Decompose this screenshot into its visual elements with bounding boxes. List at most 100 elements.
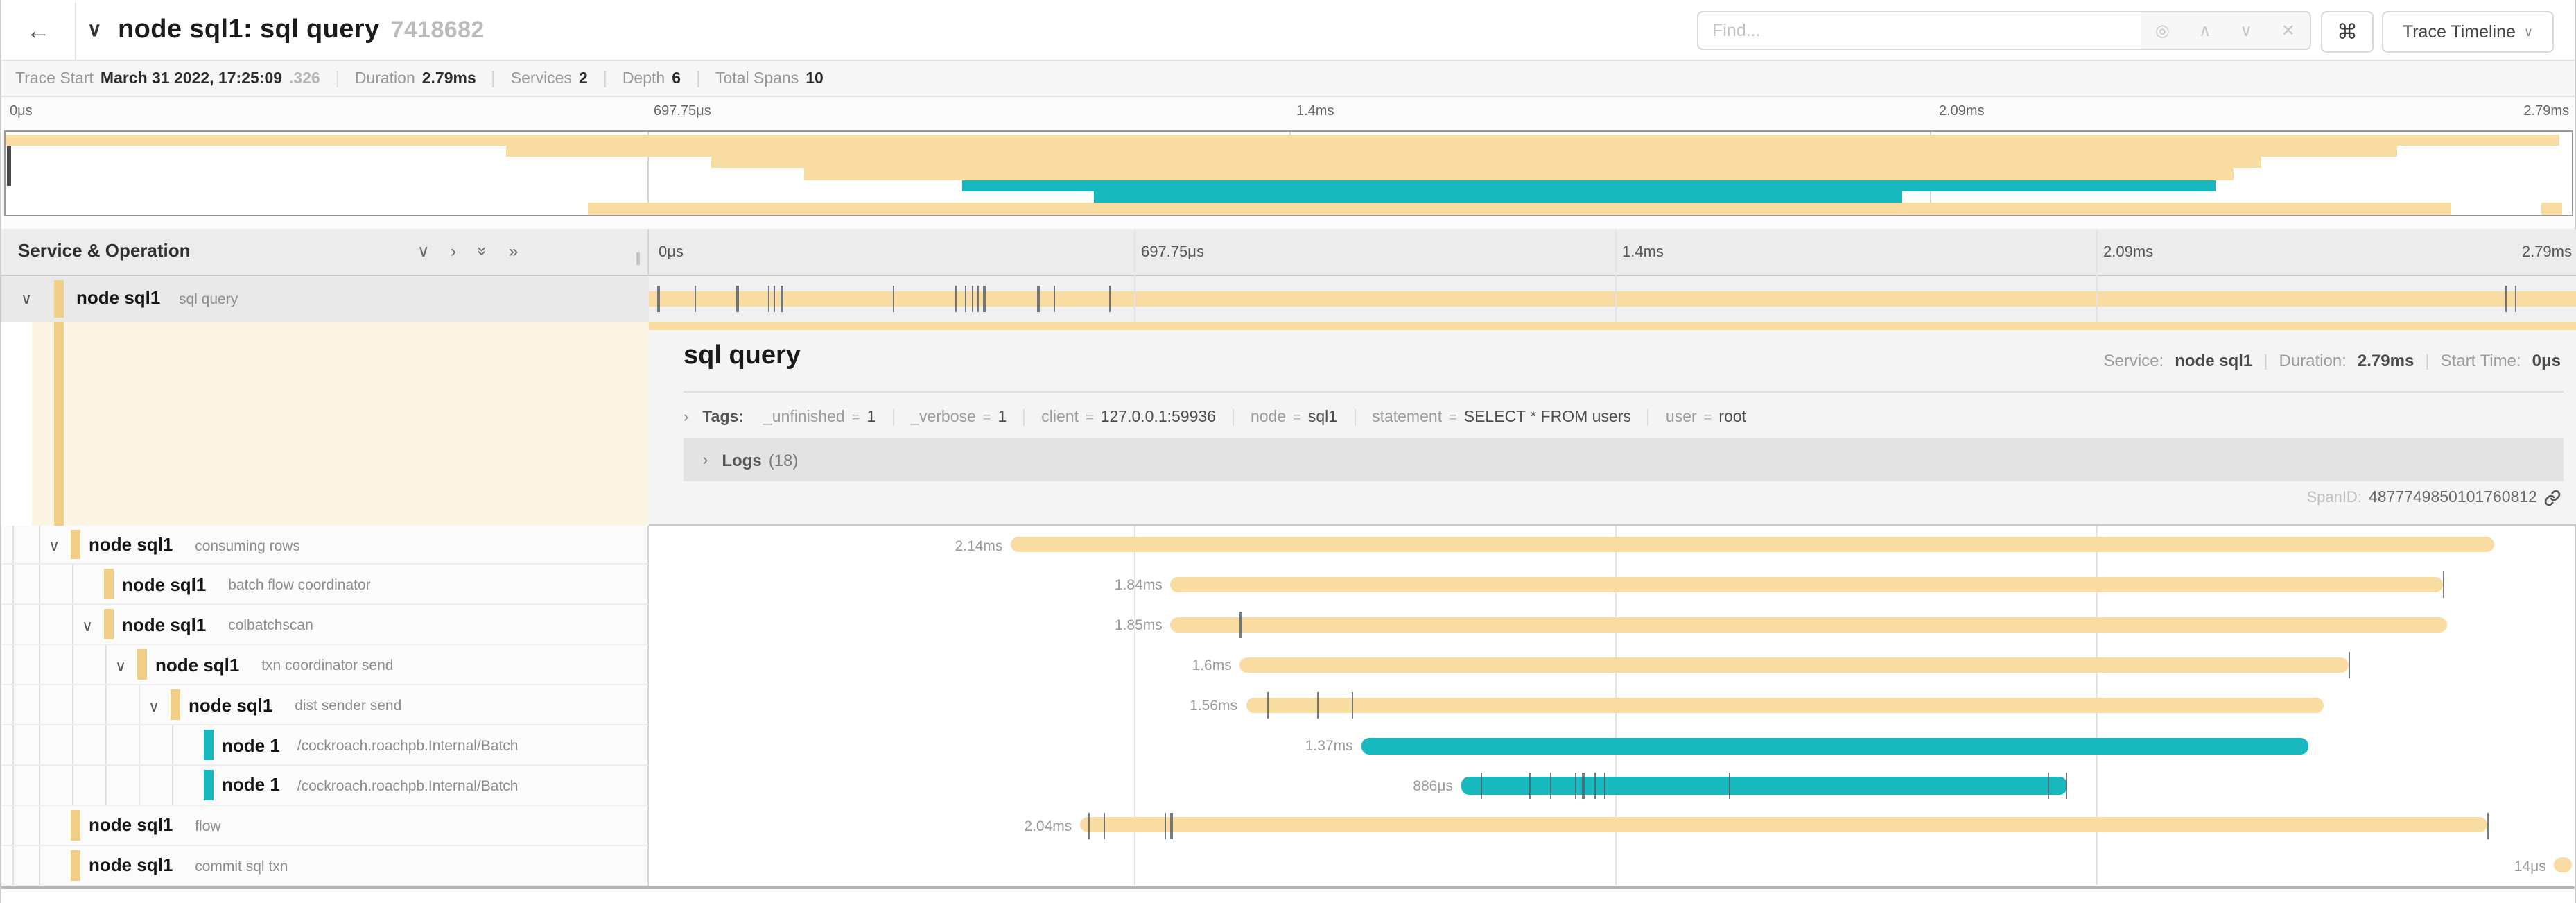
chevron-down-icon[interactable]: ∨ bbox=[82, 617, 93, 635]
back-button[interactable]: ← bbox=[1, 3, 76, 61]
span-bar[interactable] bbox=[649, 291, 2576, 307]
tag-value: 1 bbox=[867, 409, 876, 426]
tag-item: _unfinished=1 bbox=[763, 409, 892, 426]
span-log-tick bbox=[774, 286, 775, 312]
span-bar[interactable] bbox=[1080, 818, 2487, 833]
service-name: node sql1 bbox=[89, 534, 173, 555]
tree-guide-line bbox=[172, 725, 173, 764]
chevron-down-icon[interactable]: ∨ bbox=[49, 537, 60, 555]
keyboard-shortcuts-button[interactable]: ⌘ bbox=[2321, 11, 2374, 53]
span-bar[interactable] bbox=[1240, 657, 2349, 672]
operation-name: consuming rows bbox=[195, 538, 300, 554]
span-color-accent bbox=[54, 322, 64, 525]
span-detail-meta: Service:node sql1 | Duration:2.79ms | St… bbox=[2104, 351, 2561, 370]
span-bar[interactable] bbox=[1461, 777, 2067, 795]
locate-icon[interactable]: ◎ bbox=[2155, 21, 2170, 40]
collapse-one-icon[interactable]: ∨ bbox=[417, 241, 430, 261]
trace-summary-bar: Trace StartMarch 31 2022, 17:25:09.326Du… bbox=[1, 61, 2575, 97]
trace-id: 7418682 bbox=[391, 17, 485, 43]
link-icon[interactable] bbox=[2544, 490, 2561, 506]
operation-name: /cockroach.roachpb.Internal/Batch bbox=[297, 778, 519, 795]
bottom-border bbox=[1, 886, 2575, 889]
span-bar[interactable] bbox=[1011, 537, 2494, 552]
tree-row-batch-flow-coordinator[interactable]: node sql1batch flow coordinator bbox=[1, 565, 649, 605]
summary-value: 10 bbox=[806, 70, 824, 87]
tree-row-txn-coordinator-send[interactable]: ∨node sql1txn coordinator send bbox=[1, 645, 649, 685]
span-id-value: 4877749850101760812 bbox=[2369, 490, 2537, 506]
column-resize-grip[interactable]: ∥ bbox=[635, 251, 640, 266]
span-bar[interactable] bbox=[1171, 577, 2443, 592]
trace-view-dropdown[interactable]: Trace Timeline ∨ bbox=[2382, 11, 2554, 53]
span-log-tick bbox=[1240, 612, 1242, 639]
detail-left-column bbox=[32, 322, 649, 525]
logs-accordion[interactable]: › Logs (18) bbox=[684, 438, 2564, 481]
divider bbox=[684, 391, 2564, 393]
span-bar[interactable] bbox=[2555, 857, 2572, 872]
span-detail-panel: sql query Service:node sql1 | Duration:2… bbox=[649, 322, 2576, 525]
tag-value: 127.0.0.1:59936 bbox=[1101, 409, 1216, 426]
prev-result-icon[interactable]: ∧ bbox=[2199, 21, 2211, 40]
span-log-tick bbox=[2487, 813, 2489, 839]
span-log-tick bbox=[1038, 286, 1039, 312]
clear-find-icon[interactable]: ✕ bbox=[2281, 21, 2295, 40]
tags-label: Tags: bbox=[702, 409, 744, 426]
back-arrow-icon[interactable]: ← bbox=[26, 18, 50, 46]
equals-sign: = bbox=[1449, 410, 1457, 425]
equals-sign: = bbox=[1086, 410, 1094, 425]
chevron-down-icon[interactable]: ∨ bbox=[115, 657, 126, 675]
service-name: node 1 bbox=[222, 775, 280, 796]
summary-item: Trace StartMarch 31 2022, 17:25:09.326 bbox=[15, 70, 337, 87]
tree-guide-line bbox=[105, 725, 107, 764]
tree-guide-line bbox=[139, 725, 140, 764]
collapse-all-icon[interactable]: » bbox=[473, 246, 493, 255]
tree-row-flow[interactable]: node sql1flow bbox=[1, 806, 649, 846]
tree-row-colbatchscan[interactable]: ∨node sql1colbatchscan bbox=[1, 605, 649, 646]
tag-item: _verbose=1 bbox=[892, 409, 1023, 426]
span-log-tick bbox=[1550, 773, 1551, 799]
span-log-tick bbox=[978, 286, 980, 312]
span-log-tick bbox=[1529, 773, 1530, 799]
expand-one-icon[interactable]: › bbox=[451, 241, 456, 261]
view-label: Trace Timeline bbox=[2403, 22, 2516, 42]
next-result-icon[interactable]: ∨ bbox=[2240, 21, 2252, 40]
span-bar[interactable] bbox=[1171, 617, 2446, 633]
tag-key: _verbose bbox=[910, 409, 976, 426]
title-chevron-down-icon[interactable]: ∨ bbox=[87, 18, 102, 42]
span-detail-title: sql query bbox=[684, 341, 801, 372]
tree-guide-line bbox=[39, 725, 40, 764]
tree-guide-line bbox=[139, 766, 140, 805]
service-value: node sql1 bbox=[2175, 351, 2252, 370]
minimap-span-bar bbox=[963, 180, 2216, 191]
find-input[interactable] bbox=[1697, 11, 2142, 50]
span-bar-row-sql-query[interactable] bbox=[649, 276, 2576, 322]
span-log-tick bbox=[955, 286, 956, 312]
minimap-span-bar bbox=[2541, 203, 2562, 215]
expand-all-icon[interactable]: » bbox=[509, 241, 518, 261]
tree-row-consuming-rows[interactable]: ∨ node sql1 consuming rows bbox=[1, 525, 649, 565]
tags-accordion[interactable]: › Tags: _unfinished=1_verbose=1client=12… bbox=[684, 404, 1763, 431]
duration-label: Duration: bbox=[2279, 351, 2347, 370]
minimap-canvas[interactable] bbox=[4, 130, 2573, 216]
service-name: node sql1 bbox=[89, 815, 173, 836]
service-operation-header: Service & Operation ∨ › » » ∥ bbox=[1, 229, 649, 276]
timeline-tick-label: 0μs bbox=[659, 244, 684, 261]
tree-guide-line bbox=[72, 645, 73, 684]
chevron-down-icon[interactable]: ∨ bbox=[148, 697, 159, 715]
tree-guide-line bbox=[12, 605, 14, 644]
operation-name: /cockroach.roachpb.Internal/Batch bbox=[297, 738, 519, 755]
header-bar: ← ∨ node sql1: sql query7418682 ◎ ∧ ∨ ✕ … bbox=[1, 0, 2575, 61]
tree-row-dist-sender-send[interactable]: ∨node sql1dist sender send bbox=[1, 685, 649, 725]
span-log-tick bbox=[893, 286, 894, 312]
tree-row--cockroach-roachpb-internal-batch[interactable]: node 1/cockroach.roachpb.Internal/Batch bbox=[1, 725, 649, 766]
tree-row-commit-sql-txn[interactable]: node sql1commit sql txn bbox=[1, 845, 649, 886]
span-color-accent bbox=[54, 280, 64, 318]
span-bar[interactable] bbox=[1361, 737, 2308, 755]
span-bar[interactable] bbox=[1246, 697, 2324, 712]
tree-guide-line bbox=[39, 565, 40, 604]
tree-row--cockroach-roachpb-internal-batch[interactable]: node 1/cockroach.roachpb.Internal/Batch bbox=[1, 766, 649, 806]
span-log-tick bbox=[1109, 286, 1111, 312]
chevron-down-icon[interactable]: ∨ bbox=[21, 290, 32, 308]
service-name: node sql1 bbox=[76, 287, 160, 308]
timeline-tick-label: 2.09ms bbox=[1939, 104, 1985, 119]
tree-row-sql-query[interactable]: ∨ node sql1 sql query bbox=[1, 276, 649, 322]
